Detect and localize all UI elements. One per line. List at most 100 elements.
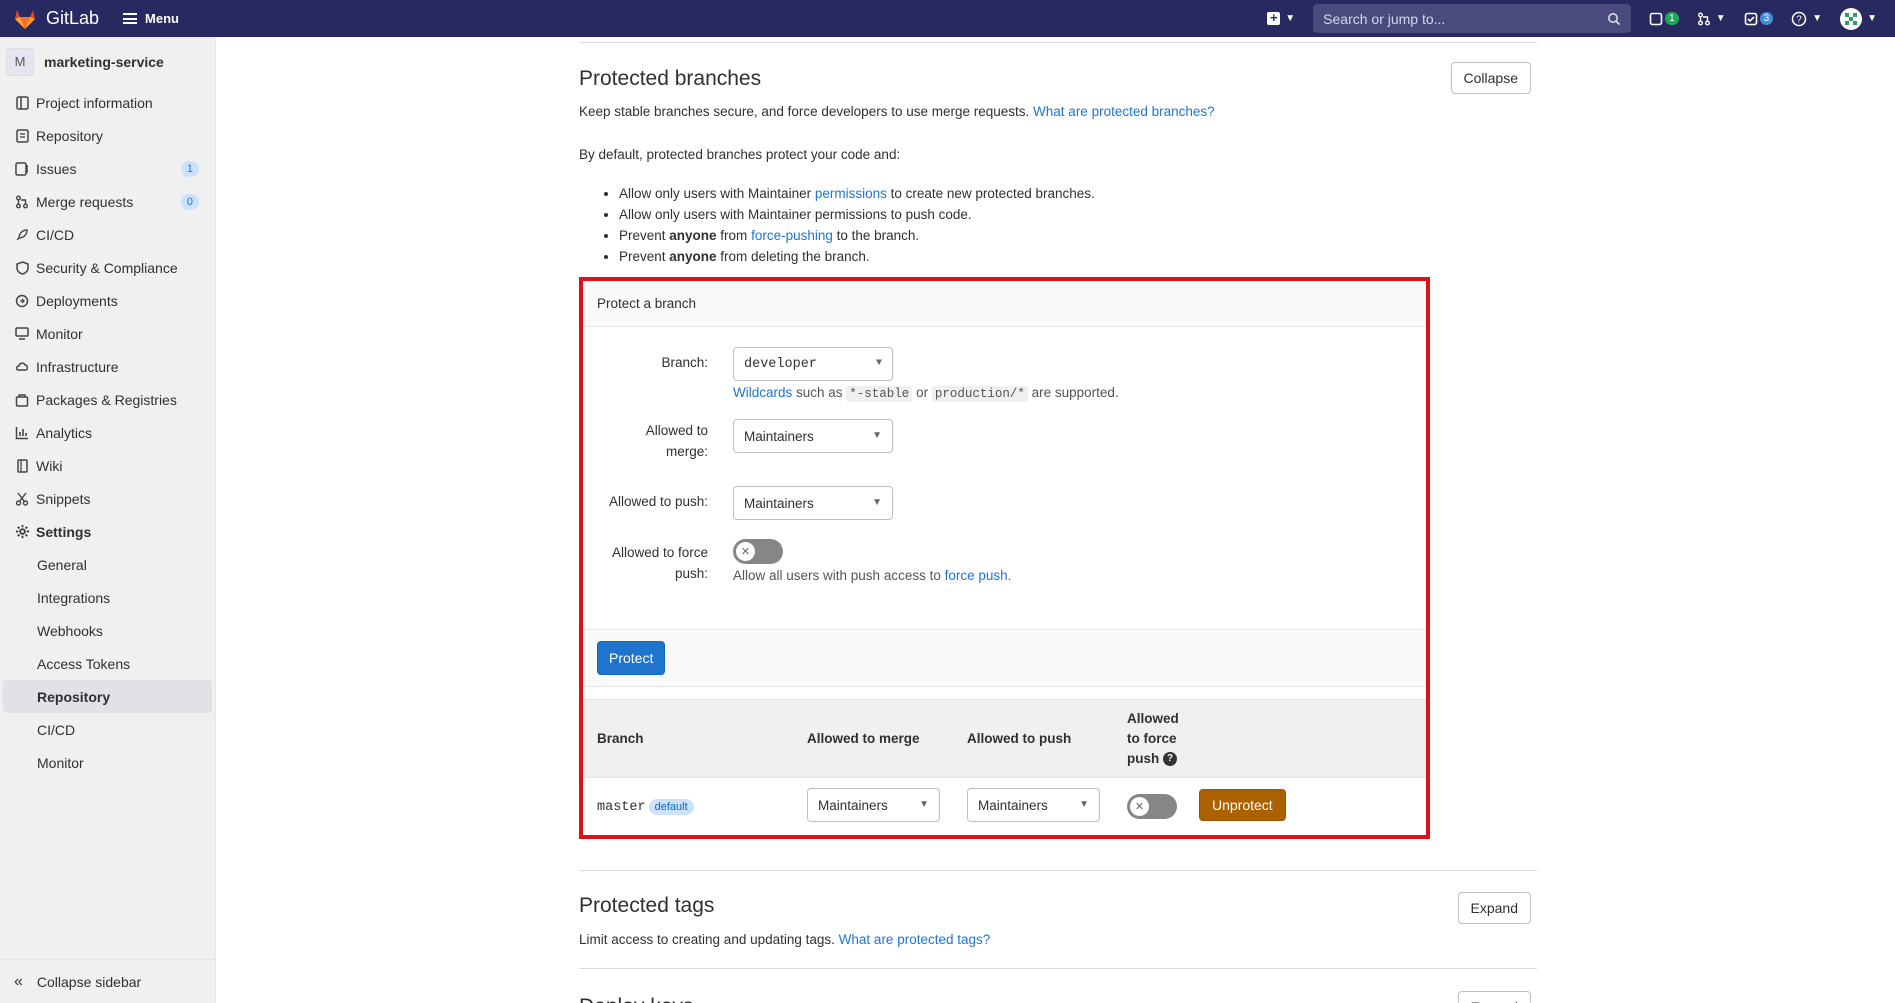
sidebar-item-repository[interactable]: Repository: [0, 119, 215, 152]
branch-name: master: [597, 800, 646, 815]
push-value: Maintainers: [744, 495, 814, 511]
panel-header: Protect a branch: [583, 281, 1426, 327]
sidebar-item-label: Infrastructure: [36, 358, 119, 375]
rule-text: Allow only users with Maintainer: [619, 186, 815, 201]
sidebar-item-settings[interactable]: Settings: [0, 515, 215, 548]
collapse-button[interactable]: Collapse: [1450, 62, 1531, 94]
rocket-icon: [14, 227, 30, 243]
protect-button[interactable]: Protect: [597, 641, 666, 675]
sidebar-subitem-access-tokens[interactable]: Access Tokens: [0, 647, 215, 680]
list-item: Allow only users with Maintainer permiss…: [619, 183, 1095, 204]
sidebar-item-merge-requests[interactable]: Merge requests 0: [0, 185, 215, 218]
project-avatar: M: [6, 47, 34, 76]
row-allowed-to-push-dropdown[interactable]: Maintainers ▼: [967, 788, 1100, 822]
sidebar-subitem-webhooks[interactable]: Webhooks: [0, 614, 215, 647]
issues-count-badge: 1: [180, 160, 199, 177]
chevron-down-icon: ▼: [872, 430, 882, 441]
sidebar-item-analytics[interactable]: Analytics: [0, 416, 215, 449]
gitlab-logo[interactable]: GitLab: [12, 6, 99, 32]
branch-dropdown[interactable]: developer ▼: [733, 347, 893, 381]
merge-requests-shortcut[interactable]: ▼: [1697, 12, 1726, 26]
sidebar-item-security-compliance[interactable]: Security & Compliance: [0, 251, 215, 284]
section-intro: Keep stable branches secure, and force d…: [579, 104, 1215, 119]
issues-shortcut[interactable]: 1: [1649, 12, 1679, 26]
expand-deploy-keys-button[interactable]: Expand: [1457, 991, 1531, 1003]
sidebar-item-label: Settings: [36, 523, 92, 540]
column-header-allowed-to-merge: Allowed to merge: [807, 731, 920, 746]
expand-protected-tags-button[interactable]: Expand: [1457, 892, 1531, 924]
sidebar-item-project-information[interactable]: Project information: [0, 86, 215, 119]
intro-text: Limit access to creating and updating ta…: [579, 932, 835, 947]
sidebar-item-wiki[interactable]: Wiki: [0, 449, 215, 482]
sidebar-item-label: Merge requests: [36, 193, 134, 210]
issues-icon: [14, 161, 30, 177]
info-icon: [14, 95, 30, 111]
todos-shortcut[interactable]: 3: [1744, 12, 1774, 26]
help-dropdown[interactable]: ? ▼: [1791, 11, 1822, 27]
collapse-sidebar-button[interactable]: « Collapse sidebar: [0, 959, 215, 1003]
chevron-down-icon: ▼: [1715, 13, 1726, 24]
sidebar-subitem-ci-cd[interactable]: CI/CD: [0, 713, 215, 746]
identicon-icon: [1845, 12, 1858, 25]
sidebar-item-label: Snippets: [36, 490, 91, 507]
sidebar-item-ci-cd[interactable]: CI/CD: [0, 218, 215, 251]
new-dropdown[interactable]: + ▼: [1267, 11, 1295, 25]
wildcards-link[interactable]: Wildcards: [733, 385, 792, 400]
shield-icon: [14, 260, 30, 276]
project-header[interactable]: M marketing-service: [0, 37, 215, 86]
table-row: master default Maintainers ▼ Maintainers …: [583, 778, 1426, 835]
tanuki-icon: [15, 9, 35, 29]
row-allowed-to-merge-dropdown[interactable]: Maintainers ▼: [807, 788, 940, 822]
sidebar-subitem-general[interactable]: General: [0, 548, 215, 581]
question-icon[interactable]: ?: [1163, 752, 1178, 767]
permissions-link[interactable]: permissions: [815, 186, 887, 201]
gear-icon: [14, 524, 30, 540]
wildcard-example: *-stable: [846, 386, 913, 402]
hamburger-icon: [123, 13, 138, 24]
deployments-icon: [14, 293, 30, 309]
sidebar-item-issues[interactable]: Issues 1: [0, 152, 215, 185]
menu-button[interactable]: Menu: [123, 11, 179, 26]
section-title-protected-branches: Protected branches: [579, 67, 762, 90]
sidebar-subitem-monitor[interactable]: Monitor: [0, 746, 215, 779]
column-header-branch: Branch: [597, 731, 644, 746]
force-pushing-link[interactable]: force-pushing: [751, 228, 833, 243]
rule-text: Prevent: [619, 228, 670, 243]
user-menu[interactable]: ▼: [1840, 7, 1877, 30]
merge-request-icon: [14, 194, 30, 210]
search-input[interactable]: [1323, 10, 1594, 27]
scissors-icon: [14, 491, 30, 507]
list-item: Prevent anyone from force-pushing to the…: [619, 225, 1095, 246]
sidebar-subitem-repository[interactable]: Repository: [3, 680, 212, 713]
unprotect-button[interactable]: Unprotect: [1199, 789, 1286, 821]
rule-text: from deleting the branch.: [716, 249, 870, 264]
top-navbar: GitLab Menu +▼ 1 ▼ 3 ? ▼: [0, 0, 1895, 37]
sidebar-item-monitor[interactable]: Monitor: [0, 317, 215, 350]
sidebar: M marketing-service Project information …: [0, 37, 216, 1003]
sidebar-item-label: CI/CD: [36, 226, 75, 243]
list-item: Allow only users with Maintainer permiss…: [619, 204, 1095, 225]
allowed-to-merge-label: Allowed to merge:: [645, 423, 708, 459]
sidebar-item-deployments[interactable]: Deployments: [0, 284, 215, 317]
allowed-to-push-dropdown[interactable]: Maintainers ▼: [733, 486, 893, 520]
sidebar-item-snippets[interactable]: Snippets: [0, 482, 215, 515]
search-box[interactable]: [1313, 4, 1632, 33]
row-force-push-toggle[interactable]: ✕: [1127, 794, 1177, 819]
branch-value: developer: [744, 356, 817, 372]
sidebar-subitem-integrations[interactable]: Integrations: [0, 581, 215, 614]
chevron-down-icon: ▼: [1812, 13, 1823, 24]
force-push-help: Allow all users with push access to forc…: [733, 568, 1011, 583]
force-push-toggle[interactable]: ✕: [733, 539, 783, 564]
allowed-to-merge-dropdown[interactable]: Maintainers ▼: [733, 419, 893, 453]
protected-tags-help-link[interactable]: What are protected tags?: [839, 932, 991, 947]
protect-branch-panel: Protect a branch Branch: developer ▼ Wil…: [579, 277, 1430, 839]
sidebar-item-label: Issues: [36, 160, 77, 177]
sidebar-item-packages-registries[interactable]: Packages & Registries: [0, 383, 215, 416]
branch-label: Branch:: [661, 355, 708, 370]
merge-value: Maintainers: [744, 428, 814, 444]
force-push-link[interactable]: force push.: [945, 568, 1012, 583]
protected-branches-help-link[interactable]: What are protected branches?: [1033, 104, 1215, 119]
avatar: [1840, 7, 1863, 30]
sidebar-item-infrastructure[interactable]: Infrastructure: [0, 350, 215, 383]
allowed-to-force-push-label: Allowed to force push:: [611, 545, 708, 581]
